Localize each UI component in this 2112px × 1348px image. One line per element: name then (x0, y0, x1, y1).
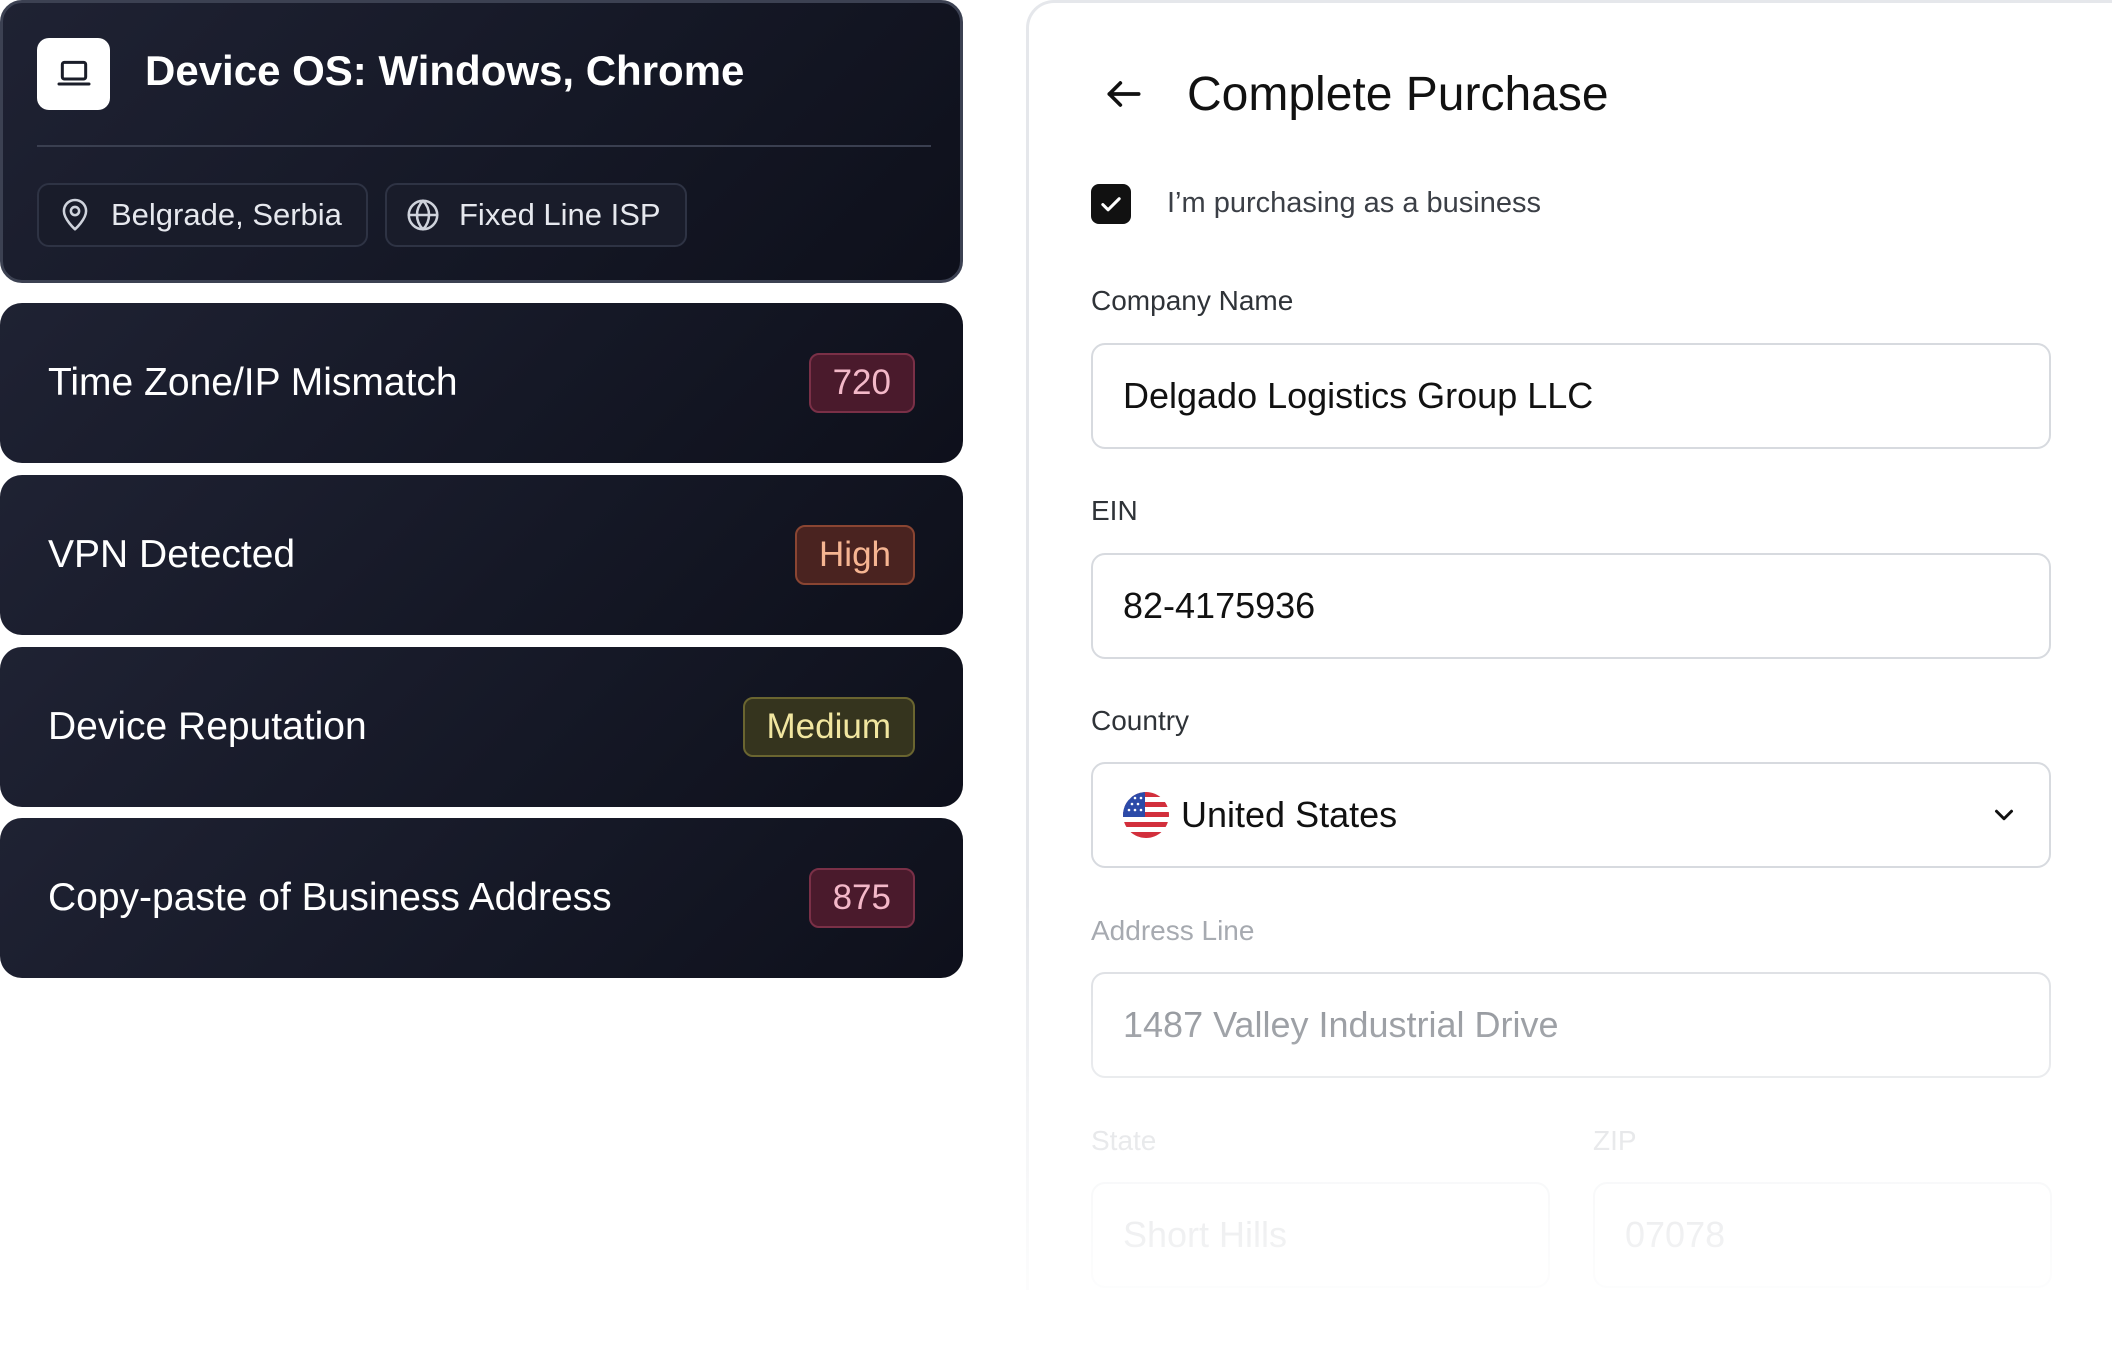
zip-label: ZIP (1593, 1125, 1637, 1156)
risk-badge: Medium (742, 697, 915, 757)
state-value: Short Hills (1123, 1214, 1288, 1255)
address-line-label: Address Line (1091, 915, 1255, 946)
signal-row: Time Zone/IP Mismatch 720 (0, 303, 963, 463)
signal-label: VPN Detected (48, 533, 296, 576)
purchase-form: Complete Purchase I’m purchasing as a bu… (1026, 0, 2112, 1290)
country-value: United States (1181, 794, 1398, 835)
signal-label: Device Reputation (48, 705, 367, 748)
score-badge: 720 (808, 353, 915, 413)
ein-field[interactable]: 82-4175936 (1091, 553, 2051, 659)
company-name-label: Company Name (1091, 285, 1294, 316)
location-chip: Belgrade, Serbia (37, 183, 368, 247)
signal-row: Copy-paste of Business Address 875 (0, 818, 963, 978)
isp-label: Fixed Line ISP (459, 197, 661, 232)
page-title: Complete Purchase (1187, 68, 1609, 121)
risk-badge: High (795, 525, 915, 585)
state-field[interactable]: Short Hills (1091, 1182, 1550, 1288)
address-line-value: 1487 Valley Industrial Drive (1123, 1004, 1559, 1045)
signal-label: Copy-paste of Business Address (48, 876, 612, 919)
isp-chip: Fixed Line ISP (385, 183, 687, 247)
ein-value: 82-4175936 (1123, 585, 1316, 626)
device-card: Device OS: Windows, Chrome Belgrade, Ser… (0, 0, 963, 283)
address-line-field[interactable]: 1487 Valley Industrial Drive (1091, 972, 2051, 1078)
score-badge: 875 (808, 868, 915, 928)
signal-row: Device Reputation Medium (0, 647, 963, 807)
location-label: Belgrade, Serbia (111, 197, 342, 232)
device-title: Device OS: Windows, Chrome (145, 47, 745, 94)
zip-field[interactable]: 07078 (1593, 1182, 2052, 1288)
laptop-icon (37, 38, 110, 110)
company-name-value: Delgado Logistics Group LLC (1123, 375, 1594, 416)
divider (37, 145, 931, 147)
country-label: Country (1091, 705, 1190, 736)
check-icon (1101, 197, 1121, 212)
state-label: State (1091, 1125, 1157, 1156)
globe-icon (403, 195, 443, 235)
company-name-field[interactable]: Delgado Logistics Group LLC (1091, 343, 2051, 449)
back-arrow-icon[interactable] (1099, 69, 1149, 119)
country-select[interactable]: United States (1091, 762, 2051, 868)
signal-row: VPN Detected High (0, 475, 963, 635)
ein-label: EIN (1091, 495, 1138, 526)
us-flag-icon (1123, 792, 1169, 838)
chevron-down-icon[interactable] (1989, 800, 2019, 830)
signal-label: Time Zone/IP Mismatch (48, 361, 458, 404)
business-checkbox-label[interactable]: I’m purchasing as a business (1167, 187, 1541, 220)
zip-value: 07078 (1625, 1214, 1726, 1255)
business-checkbox[interactable] (1091, 184, 1131, 224)
location-pin-icon (55, 195, 95, 235)
